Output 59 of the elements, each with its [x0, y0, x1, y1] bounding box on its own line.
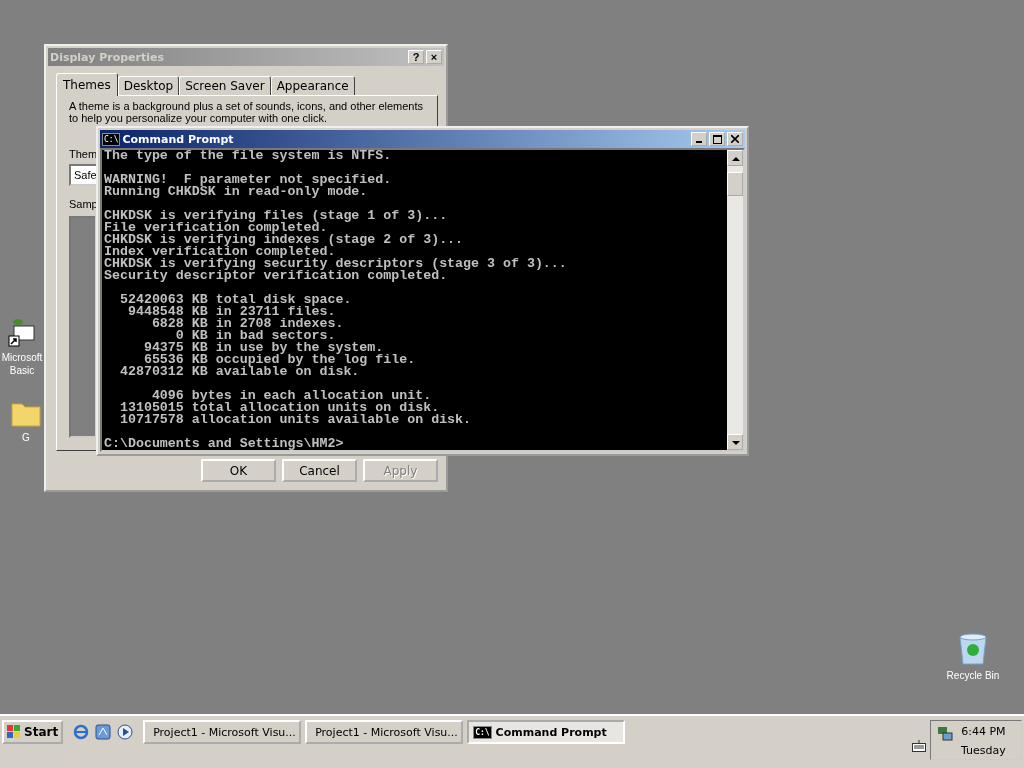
console-line: CHKDSK is verifying indexes (stage 2 of 3)...	[104, 234, 465, 246]
folder-icon[interactable]	[10, 400, 42, 428]
console-line: 94375 KB in use by the system.	[142, 342, 384, 354]
scrollbar[interactable]	[727, 150, 743, 450]
console-line: CHKDSK is verifying files (stage 1 of 3)...	[104, 210, 449, 222]
tab[interactable]: Appearance	[270, 76, 355, 95]
console-line: 13105015 total allocation units on disk.	[118, 402, 440, 414]
dialog-button[interactable]: OK	[201, 459, 276, 482]
dialog-button[interactable]: Cancel	[282, 459, 357, 482]
console-line: 6828 KB in 2708 indexes.	[150, 318, 345, 330]
close-icon	[731, 135, 739, 143]
taskbar-button[interactable]: Project1 - Microsoft Visu...	[305, 720, 464, 744]
window-title: Display Properties	[50, 50, 166, 64]
console-line: C:\Documents and Settings\HM2>	[104, 438, 345, 450]
desktop-icon-label[interactable]: Microsoft Basic	[0, 351, 44, 377]
scroll-down-icon[interactable]	[727, 434, 743, 450]
clock-time[interactable]: 6:44 PM	[961, 725, 1006, 738]
console-line: 65536 KB occupied by the log file.	[143, 354, 417, 366]
console-line: CHKDSK is verifying security descriptors (stage 3 of 3)...	[104, 258, 568, 270]
tab[interactable]: Desktop	[117, 76, 180, 95]
network-icon[interactable]	[937, 725, 953, 741]
windows-logo-icon	[7, 725, 21, 739]
console-line: 4096 bytes in each allocation unit.	[151, 390, 432, 402]
console-line: 0 KB in bad sectors.	[175, 330, 336, 342]
start-button[interactable]: Start	[2, 720, 64, 744]
taskbar-button[interactable]: C:\ Command Prompt	[467, 720, 626, 744]
clock-day[interactable]: Tuesday	[961, 744, 1006, 757]
console-line: 42870312 KB available on disk.	[118, 366, 360, 378]
media-player-icon[interactable]	[117, 724, 134, 740]
scroll-thumb[interactable]	[727, 172, 743, 196]
console-icon: C:\	[473, 725, 492, 739]
console-line: 52420063 KB total disk space.	[118, 294, 353, 306]
close-button[interactable]	[727, 132, 743, 146]
console-line: File verification completed.	[104, 222, 328, 234]
scroll-up-icon[interactable]	[727, 150, 743, 166]
desktop-icon-label[interactable]: G	[22, 431, 30, 444]
theme-description: A theme is a background plus a set of sounds, icons, and other elements to help you personalize your computer with one click.	[69, 100, 425, 124]
console-line: WARNING! F parameter not specified.	[104, 174, 393, 186]
console-line: 10717578 allocation units available on disk.	[118, 414, 473, 426]
program-shortcut-icon[interactable]	[6, 316, 38, 348]
maximize-button[interactable]	[709, 132, 725, 146]
console-line: The type of the file system is NTFS.	[104, 150, 393, 162]
keyboard-icon[interactable]	[912, 740, 926, 752]
console-line: 9448548 KB in 23711 files.	[126, 306, 336, 318]
desktop-icon-label[interactable]: Recycle Bin	[946, 669, 1000, 682]
theme-dropdown[interactable]: Safe	[69, 164, 98, 186]
maximize-icon	[712, 134, 722, 144]
theme-label: Them	[69, 148, 98, 160]
minimize-button[interactable]	[691, 132, 707, 146]
recycle-bin-icon[interactable]	[957, 632, 989, 666]
console-line: Running CHKDSK in read-only mode.	[104, 186, 368, 198]
console-line: Index verification completed.	[104, 246, 336, 258]
taskbar-button[interactable]: Project1 - Microsoft Visu...	[143, 720, 302, 744]
browser-icon[interactable]	[73, 724, 90, 740]
tab[interactable]: Screen Saver	[179, 76, 271, 95]
console-line: Security descriptor verification completed.	[104, 270, 448, 282]
console-icon: C:\	[102, 132, 121, 146]
tab[interactable]: Themes	[56, 73, 118, 96]
window-title: Command Prompt	[122, 132, 235, 146]
